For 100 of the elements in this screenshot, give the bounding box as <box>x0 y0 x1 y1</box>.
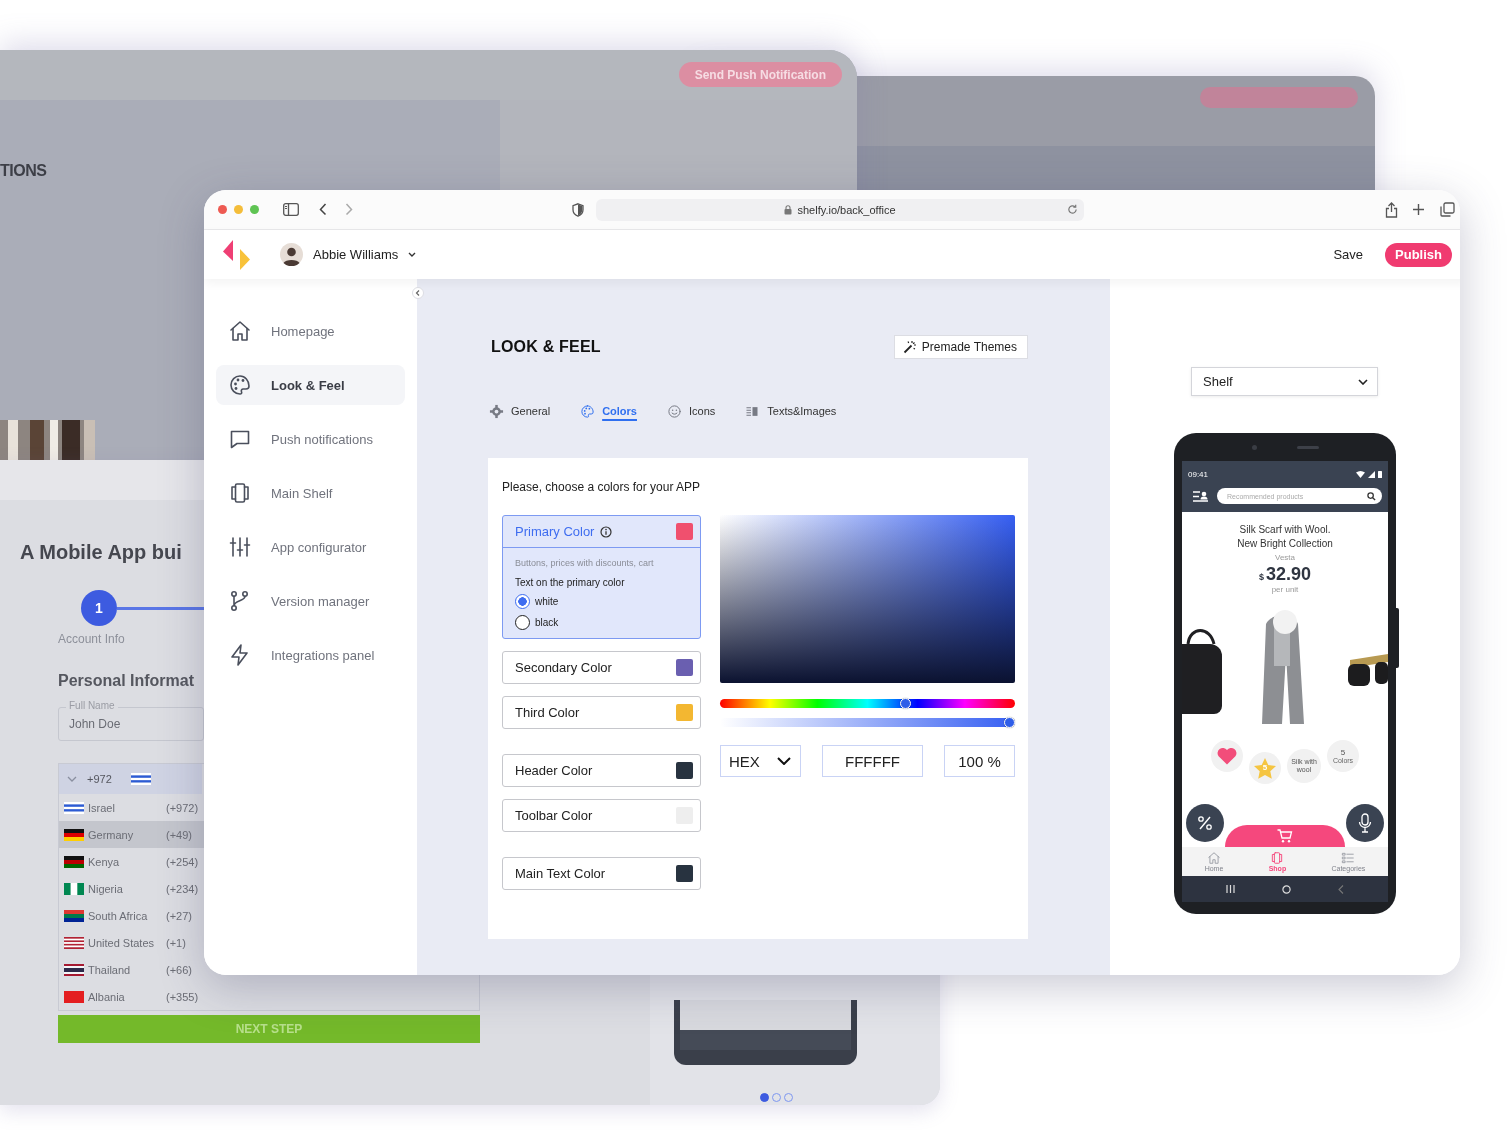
slider-thumb[interactable] <box>899 698 911 709</box>
publish-button[interactable]: Publish <box>1385 242 1452 267</box>
section-heading: TIONS <box>0 162 48 180</box>
country-option[interactable]: Nigeria (+234) <box>59 875 207 902</box>
chevron-down-icon <box>777 757 791 765</box>
country-name: Nigeria <box>88 882 124 895</box>
home-circle-icon[interactable] <box>1282 884 1291 894</box>
plus-icon[interactable] <box>1412 203 1425 216</box>
voice-button[interactable] <box>1346 804 1384 842</box>
tab[interactable]: Texts&Images <box>745 403 837 419</box>
country-name: Germany <box>88 828 135 841</box>
flag-icon <box>64 936 84 949</box>
hex-field[interactable]: FFFFFF <box>822 745 923 777</box>
premade-themes-button[interactable]: Premade Themes <box>893 335 1028 359</box>
tab[interactable]: Colors <box>580 403 637 419</box>
country-option[interactable]: Albania (+355) <box>59 983 207 1010</box>
radio-button[interactable] <box>515 615 530 630</box>
save-button[interactable]: Save <box>1333 247 1364 262</box>
color-option[interactable]: Primary Color Buttons, prices with discounts, cart Text on the primary color white black <box>502 515 701 639</box>
page-title: LOOK & FEEL <box>491 338 601 356</box>
tab[interactable]: General <box>489 403 551 419</box>
discount-button[interactable] <box>1186 804 1224 842</box>
tabs-icon[interactable] <box>1440 202 1455 217</box>
flag-icon <box>64 828 84 841</box>
dial-code: (+355) <box>166 990 199 1003</box>
page-dot[interactable] <box>760 1093 769 1102</box>
sidebar-item[interactable]: App configurator <box>216 527 405 567</box>
clock: 09:41 <box>1188 470 1209 479</box>
product-title: Silk Scarf with Wool. <box>1238 523 1332 537</box>
color-option[interactable]: Header Color <box>502 754 701 787</box>
country-option[interactable]: Israel (+972) <box>59 794 207 821</box>
country-name: Israel <box>88 801 116 814</box>
brand-name: Vesta <box>1275 553 1295 562</box>
lock-icon <box>784 204 793 215</box>
radio-button[interactable] <box>515 594 530 609</box>
share-icon[interactable] <box>1385 201 1398 218</box>
step-label: Account Info <box>58 632 125 646</box>
radio-label: black <box>535 617 559 628</box>
dial-code: (+254) <box>166 855 199 868</box>
color-option[interactable]: Secondary Color <box>502 651 701 684</box>
collapse-icon[interactable] <box>412 287 424 299</box>
format-dropdown[interactable]: HEX <box>720 745 801 777</box>
country-option[interactable]: Germany (+49) <box>59 821 207 848</box>
back-icon[interactable] <box>319 203 327 216</box>
signal-icon <box>1368 471 1375 478</box>
microphone-icon <box>1358 813 1372 833</box>
logo[interactable] <box>222 238 252 271</box>
page-title: A Mobile App bui <box>20 541 182 564</box>
option-label: Text on the primary color <box>515 577 626 588</box>
house-icon <box>228 319 252 343</box>
shield-icon[interactable] <box>572 202 584 217</box>
wifi-icon <box>1356 471 1365 478</box>
sidebar-item[interactable]: Homepage <box>216 311 405 351</box>
flag-icon <box>131 773 151 785</box>
dial-code-selector[interactable]: +972 <box>59 764 202 794</box>
country-name: United States <box>88 936 156 949</box>
caret-icon[interactable] <box>408 252 417 257</box>
address-bar[interactable]: shelfy.io/back_office <box>596 198 1084 221</box>
field-label: Full Name <box>66 700 118 711</box>
country-option[interactable]: Thailand (+66) <box>59 956 207 983</box>
slider-thumb[interactable] <box>1004 717 1015 728</box>
opacity-field[interactable]: 100 % <box>944 745 1015 777</box>
country-option[interactable]: United States (+1) <box>59 929 207 956</box>
sidebar-item[interactable]: Version manager <box>216 581 405 621</box>
reload-icon[interactable] <box>1067 203 1078 215</box>
sidebar-toggle-icon[interactable] <box>283 203 299 216</box>
palette-icon <box>580 403 596 419</box>
sidebar-item[interactable]: Main Shelf <box>216 473 405 513</box>
avatar-icon <box>280 243 303 266</box>
sidebar-item[interactable]: Integrations panel <box>216 635 405 675</box>
search-icon <box>1367 491 1376 501</box>
country-name: Thailand <box>88 963 132 976</box>
radio-option[interactable]: white <box>515 594 688 609</box>
color-option[interactable]: Toolbar Color <box>502 799 701 832</box>
user-name[interactable]: Abbie Williams <box>313 247 399 262</box>
url-text: shelfy.io/back_office <box>797 203 896 216</box>
palette-icon <box>228 373 252 397</box>
tab[interactable]: Icons <box>667 403 716 419</box>
layout-dropdown[interactable]: Shelf <box>1191 367 1378 396</box>
step-number: 1 <box>81 590 117 626</box>
favorite-button[interactable] <box>1211 740 1243 772</box>
radio-label: white <box>535 596 559 607</box>
smiley-icon <box>667 403 682 419</box>
country-option[interactable]: South Africa (+27) <box>59 902 207 929</box>
color-option[interactable]: Third Color <box>502 696 701 729</box>
color-gradient[interactable] <box>720 515 1015 683</box>
close-button[interactable] <box>218 205 227 214</box>
dial-code: (+49) <box>166 828 192 841</box>
house-icon <box>1207 851 1221 865</box>
sidebar-item[interactable]: Look & Feel <box>216 365 405 405</box>
radio-option[interactable]: black <box>515 615 688 630</box>
hue-slider[interactable] <box>720 699 1015 708</box>
color-option[interactable]: Main Text Color <box>502 857 701 890</box>
country-name: Albania <box>88 990 126 1003</box>
phone-stack-icon <box>228 481 252 505</box>
country-option[interactable]: Kenya (+254) <box>59 848 207 875</box>
sidebar-item[interactable]: Push notifications <box>216 419 405 459</box>
filter-menu-icon[interactable] <box>1193 490 1208 502</box>
recent-apps-icon[interactable] <box>1225 885 1235 893</box>
country-name: Kenya <box>88 855 121 868</box>
